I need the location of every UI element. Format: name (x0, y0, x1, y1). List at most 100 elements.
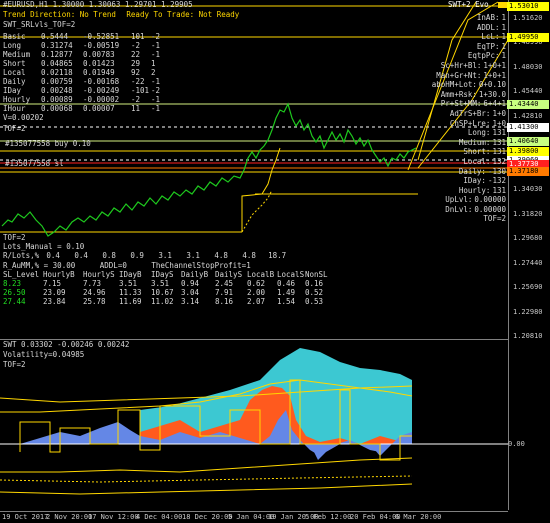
price-tick: 1.42810 (513, 111, 543, 120)
info-value: 131 (492, 185, 506, 195)
sl-cell: 0.62 (247, 279, 266, 288)
tf-cell: 92 (131, 68, 141, 77)
price-label: 1.53010 (507, 2, 549, 11)
info-value: 1 (501, 41, 506, 51)
volatility: Volatility=0.04985 (3, 350, 85, 359)
tf-cell: 0.02118 (41, 68, 73, 77)
sl-cell: 11.69 (119, 297, 142, 306)
tf-cell: -1 (151, 50, 161, 59)
sl-cell: 8.23 (3, 279, 22, 288)
sl-header-cell: HourlyB (43, 270, 75, 279)
tf-cell: 0.04865 (41, 59, 73, 68)
info-value: 1 (501, 22, 506, 32)
stop-profit: TheChannelStopProfit=1 (151, 261, 251, 270)
tf-cell: -2 (131, 41, 141, 50)
lower-band (0, 457, 413, 473)
tf-cell: IHour (3, 104, 26, 113)
sl-table: SL_Level HourlyB HourlyS IDayB IDayS DailyB Da… (3, 271, 343, 307)
tf-cell: -2 (151, 86, 161, 95)
tf-cell: Medium (3, 50, 31, 59)
v-line: V=0.00202 (3, 113, 44, 122)
tf-cell: -0.00002 (83, 95, 120, 104)
time-tick: 4 Dec 04:00 (136, 513, 183, 521)
sl-cell: 26.50 (3, 288, 26, 297)
info-label: ChSP+Lre: (449, 118, 491, 128)
sl-cell: 7.73 (83, 279, 102, 288)
r-lots-value: 18.7 (268, 251, 287, 260)
time-tick: 19 Oct 2017 (2, 513, 49, 521)
price-tick: 1.31820 (513, 209, 543, 218)
info-value: 131 (492, 147, 506, 157)
sub-tof: TOF=2 (3, 360, 26, 369)
order-sl-label[interactable]: #135077558 sl (5, 160, 64, 168)
tf-row: IHour 0.00068 0.00007 11 -1 (3, 105, 173, 114)
info-value: 131 (492, 128, 506, 138)
tf-table: Basic 0.5444 -0.52851 101 -2 Long 0.31274 -0.00… (3, 33, 173, 133)
r-lots-value: 0.8 (102, 251, 116, 260)
r-lots-value: 0.4 (46, 251, 60, 260)
r-lots-value: 3.1 (186, 251, 200, 260)
sl-cell: 1.49 (277, 288, 296, 297)
price-label: 1.43440 (507, 100, 549, 109)
info-label: Short: (463, 147, 491, 157)
info-label: EqtpPc: (467, 51, 500, 61)
sl-header-cell: LocalS (277, 270, 305, 279)
sl-cell: 0.94 (181, 279, 200, 288)
lots-tof: TOF=2 (3, 233, 26, 242)
info-value: 1+0+1 (483, 70, 506, 80)
swt-evo-label: SWT+2 Evo (448, 0, 489, 9)
info-label: EqTP: (476, 41, 500, 51)
info-label: Daily: (458, 166, 486, 176)
sl-header-cell: DailyB (181, 270, 209, 279)
tf-cell: -0.00519 (83, 41, 120, 50)
price-axis-border (508, 0, 509, 510)
time-tick: 6 Mar 20:00 (395, 513, 442, 521)
swt-title: SWT 0.03302 -0.00246 0.00242 (3, 340, 130, 349)
price-tick: 1.22980 (513, 307, 543, 316)
tf-cell: 0.01423 (83, 59, 115, 68)
r-lots-value: 0.4 (74, 251, 88, 260)
r-aumm: R_AuMM,% = 30.00 (3, 261, 76, 270)
price-tick: 1.29680 (513, 234, 543, 243)
info-label: Pr+St+MM: (440, 99, 482, 109)
price-tick: 1.51620 (513, 14, 543, 22)
order-buy-label[interactable]: #135077558 buy 0.10 (5, 140, 91, 148)
price-tick: 1.34030 (513, 185, 543, 194)
price-tick: 1.25690 (513, 283, 543, 292)
swt-subwindow-chart[interactable] (0, 340, 508, 512)
r-lots-value: 0.9 (130, 251, 144, 260)
trend-direction-label: Trend Direction: (3, 10, 76, 19)
time-tick: 5 Feb 12:00 (305, 513, 352, 521)
tf-cell: Daily (3, 77, 26, 86)
right-info-panel: InAB: 1 ADDL: 1 LcL: 1 EqTP: 1 EqtpPc: 1 Sc+Hr+Bl:… (420, 14, 508, 225)
indicator-line: SWT_SRLvls_TOF=2 (3, 20, 76, 29)
info-value: 1+0 (492, 118, 506, 128)
price-label: 1.49950 (507, 33, 549, 42)
info-value: 0+0.10 (478, 80, 506, 90)
tf-cell: -1 (151, 95, 161, 104)
sl-cell: 0.53 (305, 297, 324, 306)
sl-header-cell: LocalB (247, 270, 275, 279)
sl-cell: 11.02 (151, 297, 174, 306)
tf-cell: -1 (151, 77, 161, 86)
info-value: 1+30.0 (478, 89, 506, 99)
sl-cell: 3.51 (119, 279, 138, 288)
sl-cell: 3.04 (181, 288, 200, 297)
time-tick: 17 Nov 12:00 (88, 513, 139, 521)
sl-row: 27.44 23.84 25.78 11.69 11.02 3.14 8.16 2.07 1.5… (3, 298, 343, 307)
sl-cell: 3.51 (151, 279, 170, 288)
sl-header-cell: DailyS (215, 270, 243, 279)
tf-cell: 2 (151, 68, 156, 77)
sl-header-cell: IDayS (151, 270, 174, 279)
ready-label: Ready To Trade: (126, 10, 195, 19)
tf-cell: -1 (151, 104, 161, 113)
info-value: 0.00000 (474, 204, 506, 214)
time-axis-border (0, 511, 508, 512)
tf-cell: 101 (131, 32, 145, 41)
info-label: InAB: (476, 13, 500, 22)
price-tick: 1.27440 (513, 258, 543, 267)
info-value: 1+0+1 (483, 60, 506, 70)
tf-cell: 0.31274 (41, 41, 73, 50)
tf-cell: 0.12877 (41, 50, 73, 59)
price-tick: 1.48030 (513, 62, 543, 71)
